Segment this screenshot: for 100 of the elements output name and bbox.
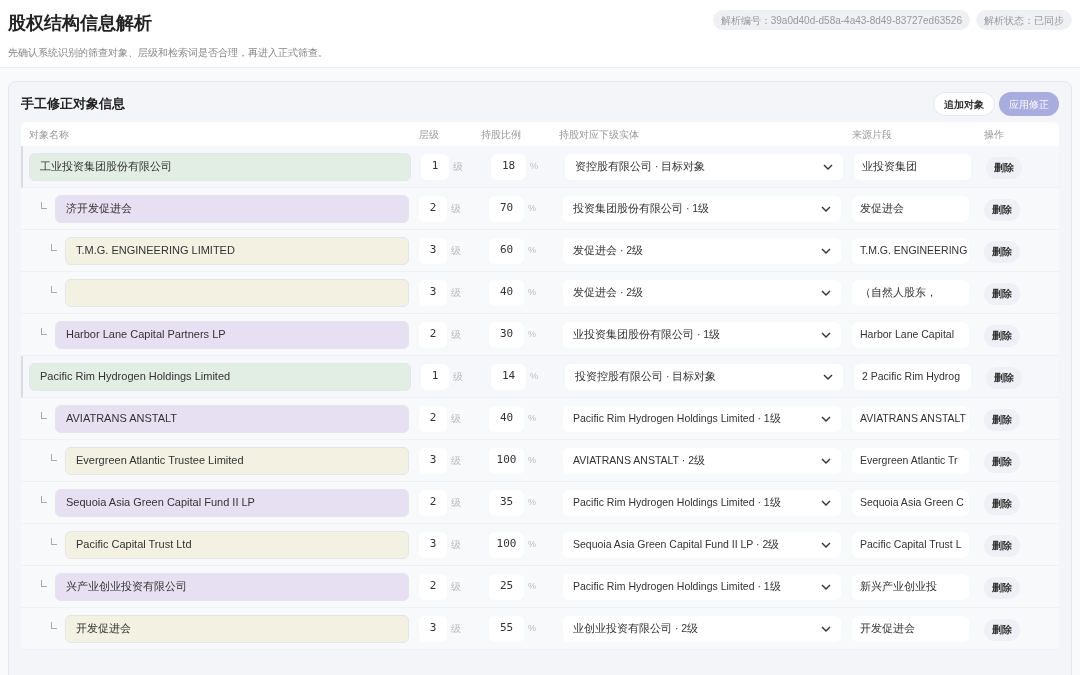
source-field[interactable]: Pacific Capital Trust L xyxy=(852,531,969,558)
parent-select[interactable]: Pacific Rim Hydrogen Holdings Limited · 1级 xyxy=(563,489,841,516)
parent-select[interactable]: Sequoia Asia Green Capital Fund II LP · 2级 xyxy=(563,531,841,558)
source-field[interactable]: AVIATRANS ANSTALT xyxy=(852,405,969,432)
delete-button[interactable]: 删除 xyxy=(984,240,1020,263)
delete-button[interactable]: 删除 xyxy=(984,576,1020,599)
column-header: 持股对应下级实体 xyxy=(559,128,639,140)
name-field[interactable]: 济开发促进会 xyxy=(55,194,409,223)
level-unit: 级 xyxy=(451,328,461,342)
level-unit: 级 xyxy=(451,202,461,216)
add-object-button[interactable]: 追加对象 xyxy=(933,92,995,116)
percent-unit: % xyxy=(528,537,536,551)
level-field[interactable]: 2 xyxy=(419,321,447,348)
percent-field[interactable]: 18 xyxy=(491,153,526,180)
level-field[interactable]: 3 xyxy=(419,531,447,558)
level-unit: 级 xyxy=(451,412,461,426)
percent-field[interactable]: 60 xyxy=(489,237,524,264)
name-field[interactable]: Sequoia Asia Green Capital Fund II LP xyxy=(55,488,409,517)
delete-button[interactable]: 删除 xyxy=(984,198,1020,221)
percent-unit: % xyxy=(528,579,536,593)
source-field[interactable]: 开发促进会 xyxy=(852,615,969,642)
source-field[interactable]: （自然人股东， xyxy=(852,279,969,306)
parent-select[interactable]: 业投资集团股份有限公司 · 1级 xyxy=(563,321,841,348)
percent-field[interactable]: 30 xyxy=(489,321,524,348)
delete-button[interactable]: 删除 xyxy=(984,618,1020,641)
delete-button[interactable]: 删除 xyxy=(984,492,1020,515)
parent-select[interactable]: Pacific Rim Hydrogen Holdings Limited · 1级 xyxy=(563,405,841,432)
delete-button[interactable]: 删除 xyxy=(986,366,1022,389)
level-field[interactable]: 2 xyxy=(419,195,447,222)
level-field[interactable]: 1 xyxy=(421,363,449,390)
source-field[interactable]: 业投资集团 xyxy=(854,153,971,180)
percent-field[interactable]: 100 xyxy=(489,531,524,558)
level-field[interactable]: 2 xyxy=(419,489,447,516)
name-field[interactable]: Harbor Lane Capital Partners LP xyxy=(55,320,409,349)
branch-icon xyxy=(41,202,47,209)
level-field[interactable]: 3 xyxy=(419,279,447,306)
percent-field[interactable]: 25 xyxy=(489,573,524,600)
column-header: 来源片段 xyxy=(852,128,892,140)
level-field[interactable]: 3 xyxy=(419,447,447,474)
name-field[interactable]: AVIATRANS ANSTALT xyxy=(55,404,409,433)
percent-field[interactable]: 40 xyxy=(489,279,524,306)
name-field[interactable]: Pacific Capital Trust Ltd xyxy=(65,530,409,559)
source-field[interactable]: Evergreen Atlantic Tr xyxy=(852,447,969,474)
name-field[interactable]: 开发促进会 xyxy=(65,614,409,643)
delete-button[interactable]: 删除 xyxy=(984,408,1020,431)
name-field[interactable] xyxy=(65,278,409,307)
delete-button[interactable]: 删除 xyxy=(984,324,1020,347)
chevron-down-icon xyxy=(823,163,833,170)
source-field[interactable]: T.M.G. ENGINEERING xyxy=(852,237,969,264)
name-field[interactable]: 兴产业创业投资有限公司 xyxy=(55,572,409,601)
chevron-down-icon xyxy=(823,373,833,380)
chevron-down-icon xyxy=(821,583,831,590)
parent-select[interactable]: 投资集团股份有限公司 · 1级 xyxy=(563,195,841,222)
name-field[interactable]: 工业投资集团股份有限公司 xyxy=(29,152,411,181)
column-header: 层级 xyxy=(419,128,439,140)
delete-button[interactable]: 删除 xyxy=(986,156,1022,179)
percent-field[interactable]: 100 xyxy=(489,447,524,474)
branch-icon xyxy=(51,538,57,545)
source-field[interactable]: Harbor Lane Capital xyxy=(852,321,969,348)
parent-select[interactable]: Pacific Rim Hydrogen Holdings Limited · 1级 xyxy=(563,573,841,600)
name-field[interactable]: T.M.G. ENGINEERING LIMITED xyxy=(65,236,409,265)
parent-select[interactable]: 资控股有限公司 · 目标对象 xyxy=(565,153,843,180)
source-field[interactable]: 2 Pacific Rim Hydrog xyxy=(854,363,971,390)
level-field[interactable]: 3 xyxy=(419,615,447,642)
parent-select[interactable]: 发促进会 · 2级 xyxy=(563,279,841,306)
source-field[interactable]: Sequoia Asia Green C xyxy=(852,489,969,516)
parent-select[interactable]: 投资控股有限公司 · 目标对象 xyxy=(565,363,843,390)
percent-field[interactable]: 40 xyxy=(489,405,524,432)
percent-unit: % xyxy=(528,201,536,215)
chevron-down-icon xyxy=(821,289,831,296)
info-badge: 解析编号：39a0d40d-d58a-4a43-8d49-83727ed63526 xyxy=(712,10,970,30)
parent-select[interactable]: 业创业投资有限公司 · 2级 xyxy=(563,615,841,642)
percent-field[interactable]: 55 xyxy=(489,615,524,642)
percent-unit: % xyxy=(528,411,536,425)
name-field[interactable]: Pacific Rim Hydrogen Holdings Limited xyxy=(29,362,411,391)
branch-icon xyxy=(51,622,57,629)
percent-unit: % xyxy=(530,159,538,173)
level-unit: 级 xyxy=(453,370,463,384)
parent-select[interactable]: 发促进会 · 2级 xyxy=(563,237,841,264)
level-field[interactable]: 3 xyxy=(419,237,447,264)
level-unit: 级 xyxy=(451,580,461,594)
parent-select[interactable]: AVIATRANS ANSTALT · 2级 xyxy=(563,447,841,474)
level-field[interactable]: 2 xyxy=(419,405,447,432)
percent-unit: % xyxy=(528,453,536,467)
delete-button[interactable]: 删除 xyxy=(984,282,1020,305)
name-field[interactable]: Evergreen Atlantic Trustee Limited xyxy=(65,446,409,475)
percent-unit: % xyxy=(528,243,536,257)
delete-button[interactable]: 删除 xyxy=(984,534,1020,557)
percent-field[interactable]: 70 xyxy=(489,195,524,222)
level-unit: 级 xyxy=(451,622,461,636)
source-field[interactable]: 发促进会 xyxy=(852,195,969,222)
branch-icon xyxy=(41,580,47,587)
delete-button[interactable]: 删除 xyxy=(984,450,1020,473)
source-field[interactable]: 新兴产业创业投 xyxy=(852,573,969,600)
level-unit: 级 xyxy=(451,496,461,510)
level-field[interactable]: 2 xyxy=(419,573,447,600)
chevron-down-icon xyxy=(821,457,831,464)
level-field[interactable]: 1 xyxy=(421,153,449,180)
percent-field[interactable]: 14 xyxy=(491,363,526,390)
percent-field[interactable]: 35 xyxy=(489,489,524,516)
